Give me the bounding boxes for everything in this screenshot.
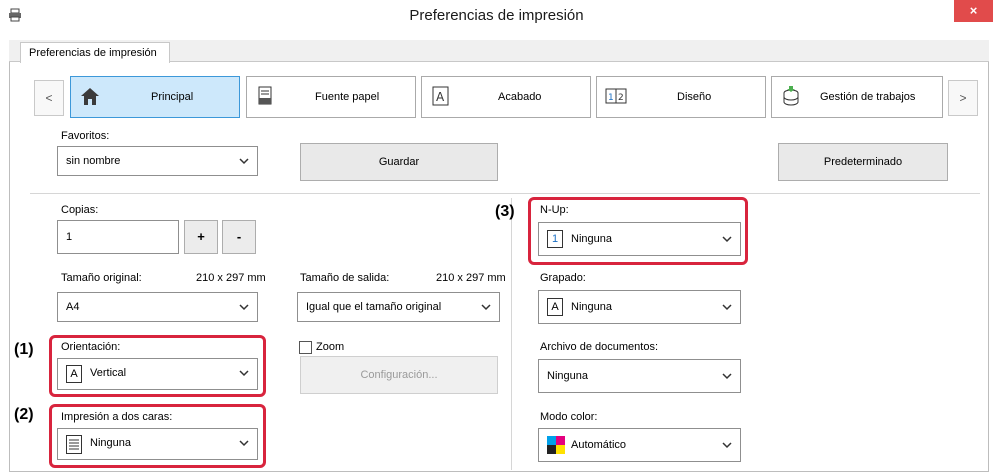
zoom-checkbox[interactable] [299,341,312,354]
layout-icon: 1 2 [605,88,627,104]
highlight-dos-caras [49,404,266,468]
copias-value: 1 [66,231,73,243]
nav-principal[interactable]: Principal [70,76,240,118]
guardar-button[interactable]: Guardar [300,143,498,181]
tamano-salida-size: 210 x 297 mm [436,272,506,284]
close-button[interactable]: × [954,0,993,22]
copias-label: Copias: [61,204,99,216]
chevron-down-icon [722,304,732,311]
nav-fuente-papel-label: Fuente papel [315,91,380,103]
predeterminado-button[interactable]: Predeterminado [778,143,948,181]
nav-diseno[interactable]: 1 2 Diseño [596,76,766,118]
tamano-original-label: Tamaño original: [61,272,142,284]
tamano-salida-value: Igual que el tamaño original [306,301,442,313]
window-title: Preferencias de impresión [409,7,584,24]
archivo-select[interactable]: Ninguna [538,359,741,393]
nav-prev-button[interactable]: < [34,80,64,116]
archivo-value: Ninguna [547,370,588,382]
copias-plus-button[interactable]: + [184,220,218,254]
nav-acabado[interactable]: A Acabado [421,76,591,118]
highlight-orientacion [49,335,266,397]
tamano-salida-label: Tamaño de salida: [300,272,390,284]
nav-acabado-label: Acabado [498,91,542,103]
copias-input[interactable]: 1 [57,220,179,254]
job-storage-icon [783,86,799,106]
svg-text:2: 2 [618,93,624,103]
column-divider [511,198,512,470]
callout-3: (3) [495,203,515,220]
modo-color-label: Modo color: [540,411,598,423]
tamano-salida-select[interactable]: Igual que el tamaño original [297,292,500,322]
title-bar: Preferencias de impresión × [0,0,993,31]
callout-2: (2) [14,406,34,423]
grapado-label: Grapado: [540,272,586,284]
home-icon [81,88,99,105]
nav-next-button[interactable]: > [948,80,978,116]
chevron-down-icon [481,304,491,311]
chevron-down-icon [722,373,732,380]
svg-text:A: A [436,90,445,104]
tamano-original-value: A4 [66,301,80,313]
tamano-original-select[interactable]: A4 [57,292,258,322]
tab-preferencias[interactable]: Preferencias de impresión [20,42,170,63]
archivo-label: Archivo de documentos: [540,341,659,353]
nav-principal-label: Principal [151,91,194,103]
highlight-nup [528,197,748,265]
modo-color-value: Automático [571,439,627,451]
nav-diseno-label: Diseño [677,91,712,103]
color-mode-icon [547,436,565,454]
paper-tray-icon [258,86,272,105]
nav-gestion-trabajos[interactable]: Gestión de trabajos [771,76,943,118]
finishing-icon: A [432,86,449,106]
nav-gestion-trabajos-label: Gestión de trabajos [820,91,916,103]
tamano-original-size: 210 x 297 mm [196,272,266,284]
nav-fuente-papel[interactable]: Fuente papel [246,76,416,118]
chevron-down-icon [239,158,249,165]
callout-1: (1) [14,341,34,358]
grapado-value: Ninguna [571,301,612,313]
chevron-down-icon [239,304,249,311]
copias-minus-button[interactable]: - [222,220,256,254]
chevron-down-icon [722,442,732,449]
svg-text:1: 1 [608,93,614,103]
divider [30,193,980,194]
favoritos-value: sin nombre [66,155,121,167]
zoom-label: Zoom [316,341,345,353]
modo-color-select[interactable]: Automático [538,428,741,462]
configuracion-button[interactable]: Configuración... [300,356,498,394]
staple-page-icon: A [547,298,563,316]
grapado-select[interactable]: A Ninguna [538,290,741,324]
favoritos-select[interactable]: sin nombre [57,146,258,176]
favoritos-label: Favoritos: [61,130,110,142]
